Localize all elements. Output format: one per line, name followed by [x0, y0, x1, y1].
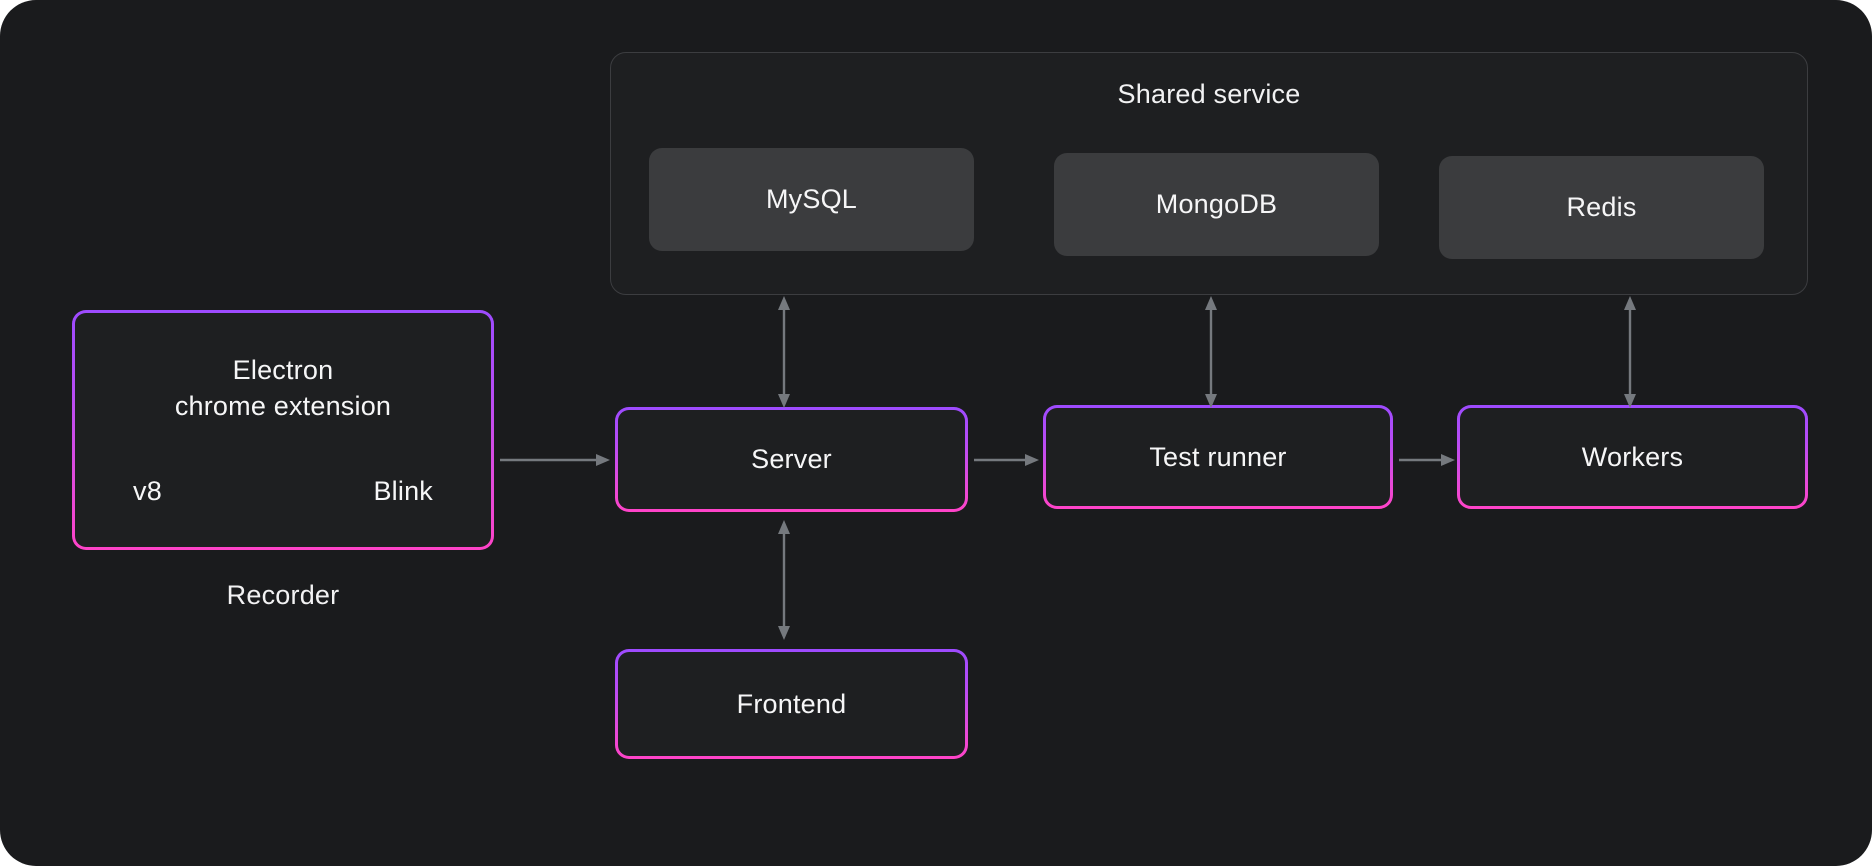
node-test-runner[interactable]: Test runner: [1043, 405, 1393, 509]
arrow-recorder-to-server: [500, 454, 610, 466]
arrow-test-runner-to-workers: [1399, 454, 1455, 466]
node-server-body: Server: [618, 410, 965, 509]
shared-service-item-redis[interactable]: Redis: [1439, 156, 1764, 259]
node-recorder-caption: Recorder: [226, 580, 340, 610]
node-server[interactable]: Server: [615, 407, 968, 512]
node-frontend[interactable]: Frontend: [615, 649, 968, 759]
node-workers-body: Workers: [1460, 408, 1805, 506]
arrow-server-to-test-runner: [974, 454, 1039, 466]
node-recorder-title: Electron chrome extension: [174, 355, 392, 421]
node-test-runner-label: Test runner: [1149, 441, 1287, 472]
shared-service-panel: Shared service MySQL MongoDB Redis: [610, 52, 1808, 295]
node-workers-label: Workers: [1581, 441, 1684, 472]
shared-service-title: Shared service: [1117, 79, 1301, 109]
node-server-label: Server: [751, 444, 832, 474]
engine-label-blink: Blink: [373, 476, 433, 507]
node-frontend-label: Frontend: [736, 688, 847, 719]
node-test-runner-body: Test runner: [1046, 408, 1390, 506]
engine-label-v8: v8: [133, 476, 162, 507]
node-recorder[interactable]: Electron chrome extension v8 Blink: [72, 310, 494, 550]
diagram-canvas: Shared service MySQL MongoDB Redis Elect…: [0, 0, 1872, 866]
shared-service-item-mongodb[interactable]: MongoDB: [1054, 153, 1379, 256]
node-frontend-body: Frontend: [618, 652, 965, 756]
arrow-workers-to-shared-service: [1624, 296, 1636, 408]
arrow-test-runner-to-shared-service: [1205, 296, 1217, 408]
arrow-server-to-shared-service: [778, 296, 790, 408]
node-recorder-body: Electron chrome extension v8 Blink: [75, 313, 491, 547]
node-workers[interactable]: Workers: [1457, 405, 1808, 509]
node-recorder-engines: v8 Blink: [75, 476, 491, 507]
arrow-server-to-frontend: [778, 520, 790, 640]
shared-service-item-mysql[interactable]: MySQL: [649, 148, 974, 251]
